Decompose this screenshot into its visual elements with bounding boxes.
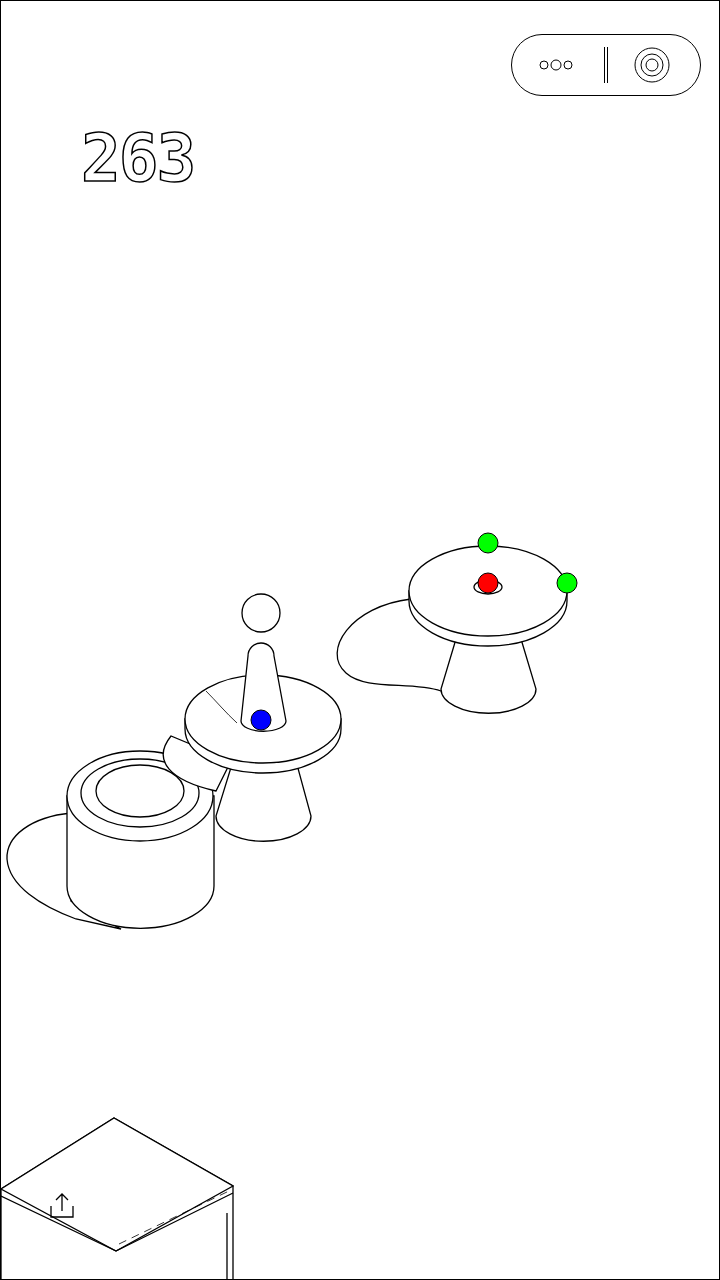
white-ball[interactable] (242, 594, 280, 632)
pot-inner (96, 765, 184, 817)
target-icon[interactable] (632, 45, 672, 85)
top-menu-pill[interactable] (511, 34, 701, 96)
score: 263 (81, 123, 194, 196)
divider (604, 47, 608, 83)
colored-ball[interactable] (478, 533, 498, 553)
menu-box-top (1, 1118, 233, 1251)
right-table-top (409, 546, 567, 636)
colored-ball[interactable] (478, 573, 498, 593)
share-icon[interactable] (51, 1194, 73, 1217)
more-icon[interactable] (536, 57, 580, 73)
game-screen: 263 (0, 0, 720, 1280)
colored-ball[interactable] (251, 710, 271, 730)
colored-ball[interactable] (557, 573, 577, 593)
peg-piece[interactable] (241, 643, 286, 731)
right-table-stem (441, 639, 536, 713)
menu-box[interactable] (1, 1118, 233, 1280)
